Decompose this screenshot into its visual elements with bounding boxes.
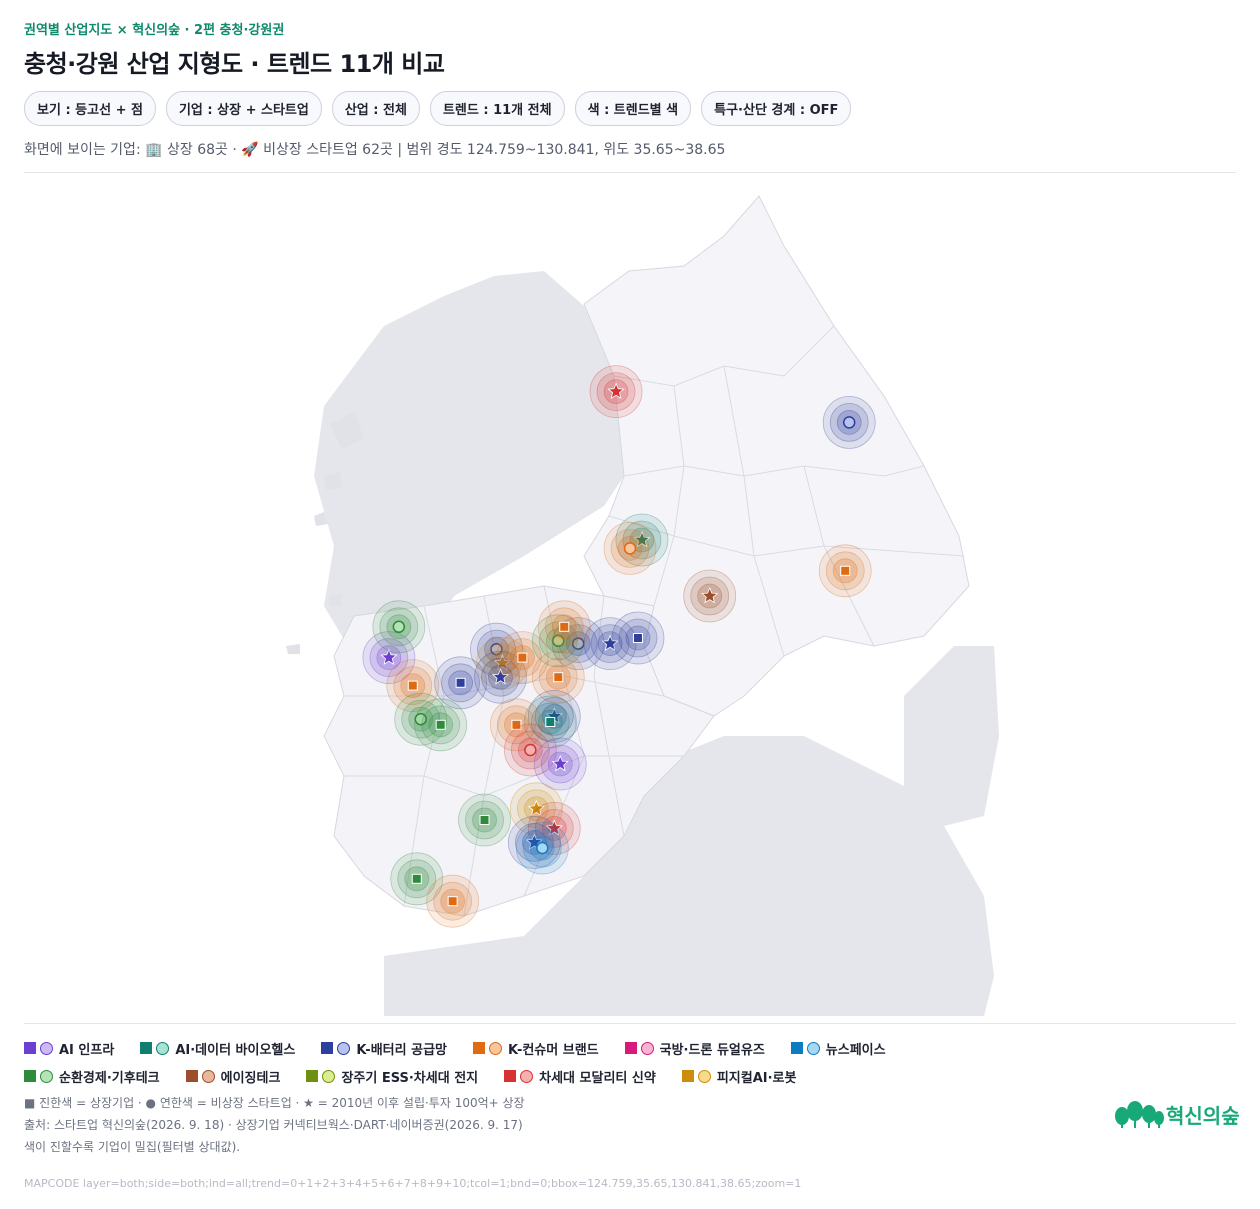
startup-marker[interactable] — [623, 542, 637, 555]
startup-swatch — [40, 1041, 53, 1055]
legend-item-next-modality[interactable]: 차세대 모달리티 신약 — [504, 1067, 656, 1086]
legend-item-defense-drone[interactable]: 국방·드론 듀얼유즈 — [624, 1039, 765, 1058]
listed-marker[interactable] — [632, 633, 643, 643]
forest-logo-icon — [1115, 1100, 1164, 1128]
listed-swatch — [185, 1070, 198, 1082]
listed-swatch — [681, 1070, 694, 1082]
company-marker[interactable] — [533, 737, 587, 791]
map-area[interactable] — [24, 176, 1260, 1016]
startup-swatch — [697, 1069, 711, 1083]
mapcode: MAPCODE layer=both;side=both;ind=all;tre… — [24, 1177, 802, 1190]
listed-marker[interactable] — [435, 719, 446, 730]
listed-marker[interactable] — [407, 680, 418, 691]
company-marker[interactable] — [603, 521, 657, 575]
legend: AI 인프라 AI·데이터 바이오헬스 K-배터리 공급망 K-컨슈머 브랜드 … — [24, 1039, 1024, 1095]
legend-label: 에이징테크 — [220, 1070, 281, 1086]
company-marker[interactable] — [458, 793, 511, 847]
kicker: 권역별 산업지도 × 혁신의숲 · 2편 충청·강원권 — [24, 23, 285, 38]
source-note: 출처: 스타트업 혁신의숲(2026. 9. 18) · 상장기업 커넥티브웍스… — [24, 1118, 523, 1132]
brand-logo-text: 혁신의숲 — [1166, 1104, 1240, 1128]
company-marker[interactable] — [426, 874, 480, 928]
legend-item-ai-infra[interactable]: AI 인프라 — [24, 1039, 115, 1058]
listed-swatch — [24, 1042, 36, 1054]
startup-swatch — [337, 1041, 351, 1055]
company-marker[interactable] — [537, 600, 591, 654]
filter-trend[interactable]: 트렌드 : 11개 전체 — [429, 91, 565, 126]
listed-marker[interactable] — [840, 565, 851, 576]
startup-marker[interactable] — [536, 841, 549, 855]
company-marker[interactable] — [414, 698, 468, 752]
startup-swatch — [322, 1069, 336, 1083]
land-southeast-coast — [904, 646, 999, 826]
startup-marker[interactable] — [842, 416, 856, 429]
startup-swatch — [40, 1069, 53, 1083]
legend-item-long-ess[interactable]: 장주기 ESS·차세대 전지 — [306, 1067, 479, 1086]
map-canvas[interactable] — [24, 176, 1260, 1016]
company-marker[interactable] — [372, 600, 426, 654]
listed-swatch — [624, 1042, 637, 1054]
listed-swatch — [473, 1042, 485, 1054]
marker-key-note: ■ 진한색 = 상장기업 · ● 연한색 = 비상장 스타트업 · ★ = 20… — [24, 1096, 525, 1110]
company-marker[interactable] — [589, 365, 643, 419]
filter-industry[interactable]: 산업 : 전체 — [331, 91, 420, 126]
legend-item-circular-climate[interactable]: 순환경제·기후테크 — [24, 1067, 160, 1086]
listed-marker[interactable] — [545, 717, 556, 727]
legend-label: K-컨슈머 브랜드 — [508, 1042, 599, 1058]
listed-marker[interactable] — [559, 621, 570, 632]
startup-marker[interactable] — [524, 743, 537, 757]
legend-label: 순환경제·기후테크 — [59, 1070, 160, 1086]
divider-top — [24, 172, 1236, 173]
company-marker[interactable] — [683, 569, 737, 623]
startup-swatch — [806, 1041, 820, 1055]
startup-swatch — [520, 1069, 534, 1083]
legend-item-k-battery[interactable]: K-배터리 공급망 — [321, 1039, 447, 1058]
startup-swatch — [201, 1069, 215, 1083]
legend-item-agingtech[interactable]: 에이징테크 — [185, 1067, 281, 1086]
density-note: 색이 진할수록 기업이 밀집(필터별 상대값). — [24, 1140, 241, 1154]
listed-swatch — [140, 1042, 153, 1054]
startup-swatch — [640, 1041, 654, 1055]
divider-legend — [24, 1023, 1236, 1024]
visible-summary: 화면에 보이는 기업: 🏢 상장 68곳 · 🚀 비상장 스타트업 62곳 | … — [24, 142, 726, 158]
listed-marker[interactable] — [517, 652, 528, 663]
legend-label: AI 인프라 — [59, 1042, 115, 1058]
startup-swatch — [489, 1041, 502, 1055]
company-marker[interactable] — [818, 544, 872, 598]
listed-marker[interactable] — [479, 815, 490, 825]
legend-label: 국방·드론 듀얼유즈 — [659, 1042, 765, 1058]
legend-row-1: AI 인프라 AI·데이터 바이오헬스 K-배터리 공급망 K-컨슈머 브랜드 … — [24, 1039, 1024, 1058]
company-marker[interactable] — [822, 395, 876, 449]
page-title: 충청·강원 산업 지형도 · 트렌드 11개 비교 — [24, 50, 445, 78]
legend-label: AI·데이터 바이오헬스 — [175, 1042, 296, 1058]
legend-label: 장주기 ESS·차세대 전지 — [341, 1070, 479, 1086]
legend-item-ai-biohealth[interactable]: AI·데이터 바이오헬스 — [140, 1039, 296, 1058]
listed-marker[interactable] — [447, 896, 458, 907]
listed-marker[interactable] — [553, 672, 564, 683]
startup-marker[interactable] — [392, 620, 406, 634]
legend-item-newspace[interactable]: 뉴스페이스 — [790, 1039, 886, 1058]
startup-swatch — [156, 1041, 170, 1055]
legend-item-k-consumer[interactable]: K-컨슈머 브랜드 — [473, 1039, 599, 1058]
company-marker[interactable] — [611, 611, 665, 665]
listed-swatch — [790, 1042, 803, 1054]
listed-marker[interactable] — [455, 677, 466, 688]
filter-company[interactable]: 기업 : 상장 + 스타트업 — [165, 91, 322, 126]
listed-swatch — [504, 1070, 517, 1082]
filter-color[interactable]: 색 : 트렌드별 색 — [574, 91, 692, 126]
listed-swatch — [306, 1070, 319, 1082]
legend-item-physical-ai[interactable]: 피지컬AI·로봇 — [681, 1067, 797, 1086]
company-marker[interactable] — [515, 821, 569, 875]
legend-row-2: 순환경제·기후테크 에이징테크 장주기 ESS·차세대 전지 차세대 모달리티 … — [24, 1067, 1024, 1086]
filter-boundary[interactable]: 특구·산단 경계 : OFF — [701, 91, 852, 126]
filter-bar: 보기 : 등고선 + 점 기업 : 상장 + 스타트업 산업 : 전체 트렌드 … — [24, 91, 852, 126]
listed-swatch — [24, 1070, 36, 1082]
filter-view[interactable]: 보기 : 등고선 + 점 — [24, 91, 156, 126]
legend-label: K-배터리 공급망 — [356, 1042, 447, 1058]
listed-marker[interactable] — [411, 873, 422, 884]
legend-label: 피지컬AI·로봇 — [716, 1070, 797, 1086]
legend-label: 뉴스페이스 — [825, 1042, 886, 1058]
brand-logo: 혁신의숲 — [1114, 1100, 1240, 1129]
legend-label: 차세대 모달리티 신약 — [539, 1070, 656, 1086]
listed-swatch — [321, 1042, 334, 1054]
